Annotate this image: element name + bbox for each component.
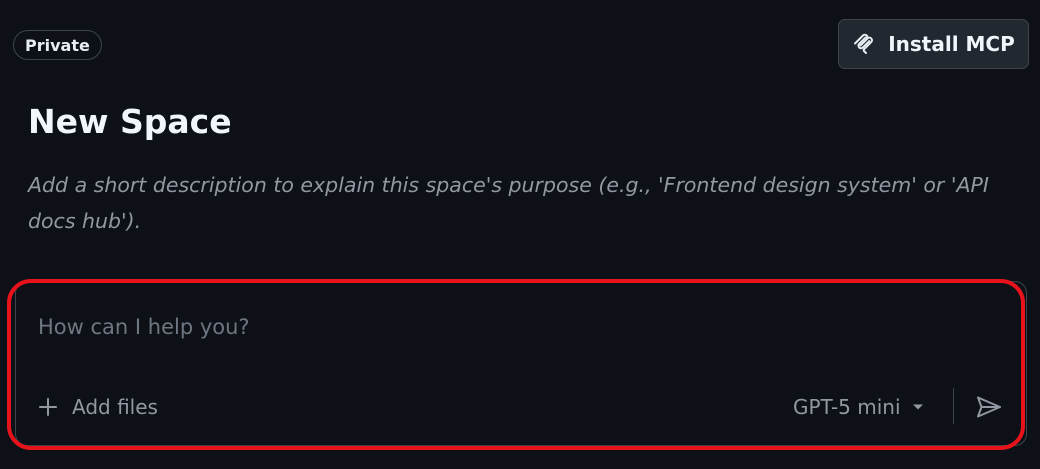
send-icon [977,396,1001,418]
plus-icon [39,398,57,416]
model-label: GPT-5 mini [793,395,901,419]
send-button[interactable] [973,393,1005,421]
mcp-icon [854,33,874,54]
install-mcp-label: Install MCP [888,32,1015,56]
model-selector[interactable]: GPT-5 mini [793,393,925,421]
composer-divider [953,388,954,424]
space-description[interactable]: Add a short description to explain this … [28,167,1018,239]
prompt-input[interactable] [38,312,918,342]
page-title[interactable]: New Space [28,100,232,144]
add-files-button[interactable]: Add files [38,393,158,421]
install-mcp-button[interactable]: Install MCP [838,19,1029,69]
visibility-badge: Private [13,30,102,60]
space-page: Private Install MCP New Space Add a shor… [0,0,1040,469]
add-files-label: Add files [72,395,158,419]
chat-composer [15,281,1027,446]
chevron-down-icon [912,404,923,410]
